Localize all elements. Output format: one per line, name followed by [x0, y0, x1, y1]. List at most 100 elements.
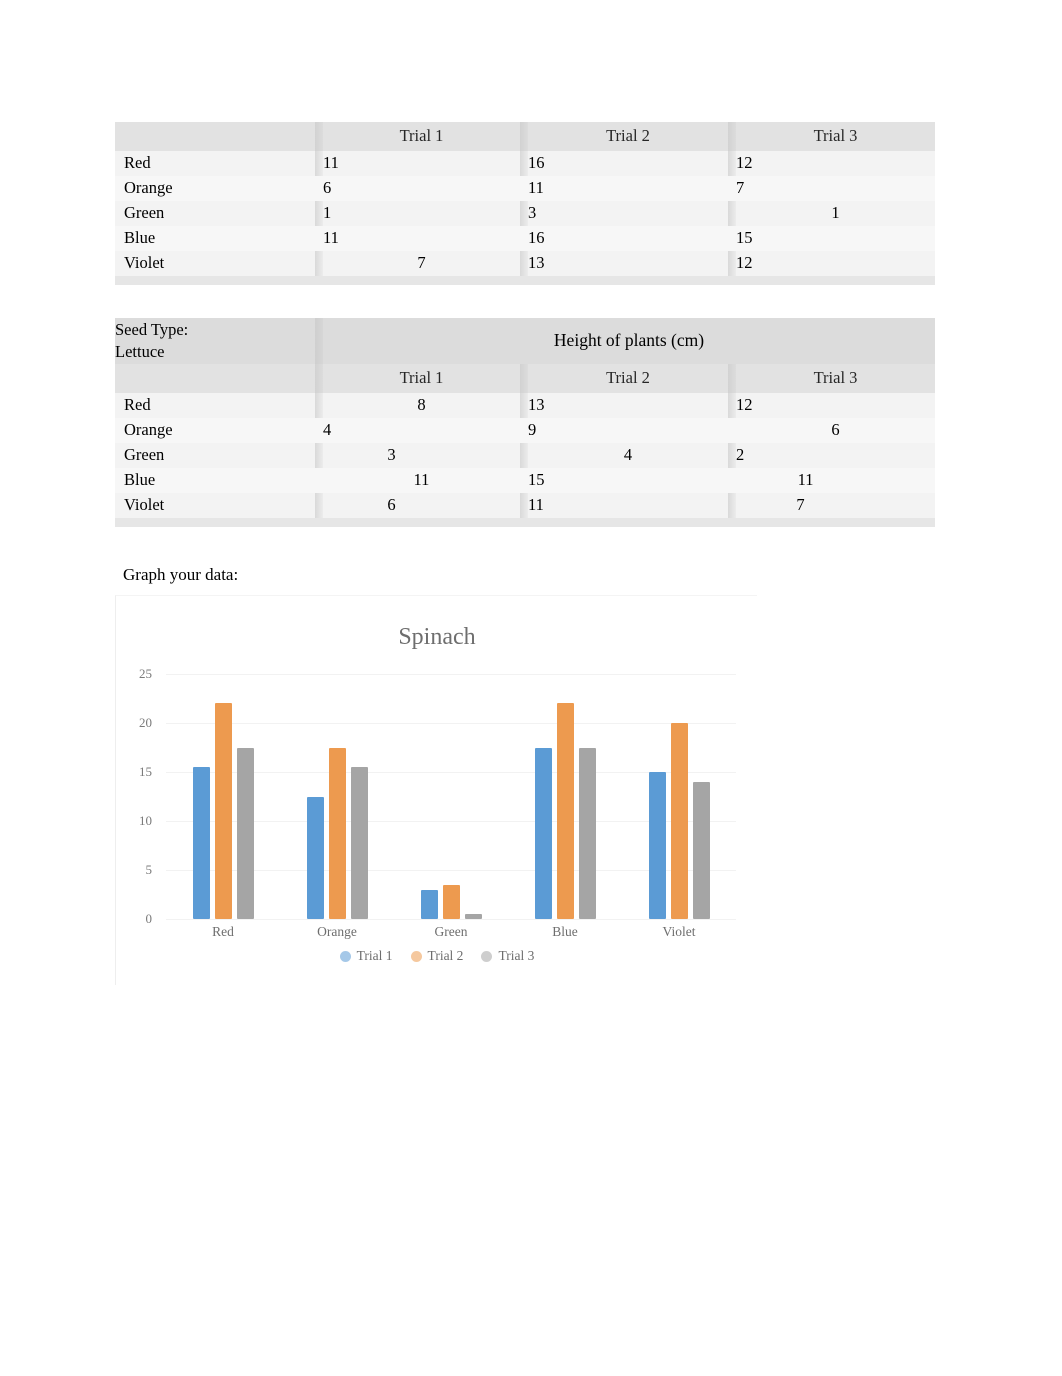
- table-row: Orange 6 11 7: [115, 176, 935, 201]
- table-header-row: Trial 1 Trial 2 Trial 3: [115, 122, 935, 151]
- table-edge-cell: [528, 276, 728, 285]
- column-separator: [520, 443, 528, 468]
- column-separator: [315, 393, 323, 418]
- table-edge-cell: [115, 276, 315, 285]
- seed-type-value: Lettuce: [115, 342, 165, 361]
- lettuce-data-table: Seed Type: Lettuce Height of plants (cm)…: [115, 318, 936, 527]
- column-separator: [728, 493, 736, 518]
- column-separator: [520, 364, 528, 393]
- seed-type-label: Seed Type:: [115, 320, 189, 340]
- column-separator: [315, 226, 323, 251]
- column-separator: [315, 276, 323, 285]
- table-row: Red 11 16 12: [115, 151, 935, 176]
- y-axis-tick-label: 15: [139, 764, 152, 779]
- cell-trial-2: 16: [528, 151, 728, 176]
- cell-trial-2: 13: [528, 393, 728, 418]
- table-bottom-edge: [115, 518, 936, 527]
- chart-bar[interactable]: [237, 747, 254, 919]
- chart-bar[interactable]: [693, 781, 710, 919]
- legend-item[interactable]: Trial 1: [339, 948, 393, 964]
- column-separator: [728, 468, 736, 493]
- column-separator: [315, 176, 323, 201]
- x-axis-tick-label: Violet: [662, 924, 696, 939]
- y-axis-tick-label: 5: [145, 862, 153, 877]
- column-separator: [728, 418, 736, 443]
- row-label: Blue: [115, 468, 315, 493]
- row-label: Violet: [115, 493, 315, 518]
- header-trial-2: Trial 2: [528, 364, 728, 393]
- table-edge-cell: [323, 276, 520, 285]
- column-separator: [520, 226, 528, 251]
- column-separator: [315, 518, 323, 527]
- chart-bar-group: [649, 674, 710, 919]
- table-edge-cell: [736, 518, 936, 527]
- table-edge-cell: [736, 276, 935, 285]
- chart-bar[interactable]: [465, 914, 482, 919]
- chart-bar[interactable]: [307, 796, 324, 919]
- column-separator: [315, 493, 323, 518]
- column-separator: [315, 418, 323, 443]
- chart-gridline: [166, 919, 736, 920]
- cell-trial-1: 4: [323, 418, 520, 443]
- row-label: Orange: [115, 176, 315, 201]
- measure-header: Height of plants (cm): [323, 318, 936, 364]
- column-separator: [520, 518, 528, 527]
- column-separator: [315, 318, 323, 364]
- cell-trial-2: 9: [528, 418, 728, 443]
- cell-trial-2: 11: [528, 176, 728, 201]
- column-separator: [728, 201, 736, 226]
- column-separator: [520, 493, 528, 518]
- chart-bar[interactable]: [579, 747, 596, 919]
- chart-bar[interactable]: [443, 884, 460, 919]
- table-row: Blue 11 15 11: [115, 468, 936, 493]
- cell-trial-1: 1: [323, 201, 520, 226]
- chart-bar[interactable]: [215, 703, 232, 919]
- seed-type-header-row: Seed Type: Lettuce Height of plants (cm): [115, 318, 936, 364]
- column-separator: [315, 201, 323, 226]
- chart-bar-group: [421, 674, 482, 919]
- cell-trial-3: 12: [736, 251, 935, 276]
- header-trial-1: Trial 1: [323, 122, 520, 151]
- legend-item[interactable]: Trial 2: [410, 948, 464, 964]
- row-label: Green: [115, 443, 315, 468]
- column-separator: [520, 122, 528, 151]
- legend-swatch-icon: [481, 950, 493, 962]
- cell-trial-3: 6: [736, 418, 936, 443]
- cell-trial-1: 11: [323, 468, 520, 493]
- column-separator: [315, 122, 323, 151]
- chart-bar[interactable]: [557, 703, 574, 919]
- column-separator: [728, 251, 736, 276]
- chart-legend[interactable]: Trial 1 Trial 2 Trial 3: [116, 948, 758, 964]
- chart-bar[interactable]: [671, 723, 688, 919]
- chart-bar[interactable]: [535, 747, 552, 919]
- table-row: Green 3 4 2: [115, 443, 936, 468]
- chart-bar[interactable]: [649, 772, 666, 919]
- column-separator: [315, 251, 323, 276]
- table-edge-cell: [323, 518, 520, 527]
- row-label: Blue: [115, 226, 315, 251]
- column-separator: [728, 122, 736, 151]
- column-separator: [520, 151, 528, 176]
- table-bottom-edge: [115, 276, 935, 285]
- column-separator: [315, 443, 323, 468]
- chart-bar[interactable]: [329, 747, 346, 919]
- legend-item[interactable]: Trial 3: [481, 948, 534, 964]
- table-row: Violet 6 11 7: [115, 493, 936, 518]
- row-label: Orange: [115, 418, 315, 443]
- graph-your-data-label: Graph your data:: [123, 565, 239, 584]
- legend-swatch-icon: [339, 950, 351, 962]
- spinach-bar-chart[interactable]: Spinach 25 20 15 10 5 0 Trial 1 Trial 2 Trial 3…: [115, 595, 757, 985]
- column-separator: [728, 443, 736, 468]
- cell-trial-1: 11: [323, 226, 520, 251]
- chart-bar[interactable]: [351, 767, 368, 919]
- seed-type-cell: Seed Type: Lettuce: [115, 318, 315, 364]
- column-separator: [520, 276, 528, 285]
- table-row: Violet 7 13 12: [115, 251, 935, 276]
- column-separator: [728, 226, 736, 251]
- row-label: Red: [115, 393, 315, 418]
- row-label: Violet: [115, 251, 315, 276]
- chart-bar[interactable]: [193, 767, 210, 919]
- chart-bar[interactable]: [421, 889, 438, 919]
- legend-label: Trial 2: [427, 948, 464, 963]
- chart-title: Spinach: [398, 624, 476, 650]
